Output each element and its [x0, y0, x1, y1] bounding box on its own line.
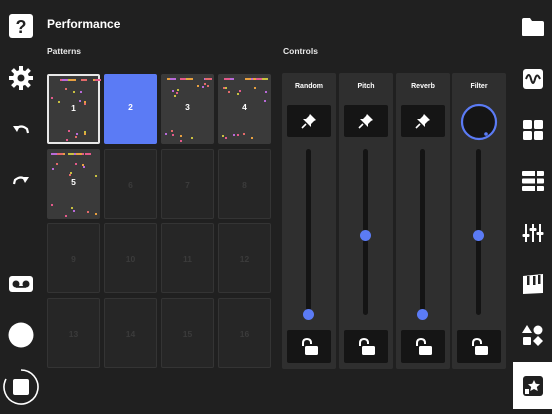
- gear-icon: [9, 66, 33, 90]
- pin-icon: [415, 114, 430, 129]
- pattern-number: 6: [128, 180, 133, 190]
- performance-icon: [522, 375, 543, 396]
- files-button[interactable]: [514, 14, 552, 40]
- folder-icon: [522, 18, 544, 36]
- stop-button[interactable]: [0, 368, 42, 406]
- pattern-pad-10[interactable]: 10: [104, 223, 157, 293]
- pattern-pad-6[interactable]: 6: [104, 149, 157, 219]
- keys-button[interactable]: [514, 271, 552, 297]
- svg-text:?: ?: [16, 17, 27, 37]
- pattern-number: 2: [128, 102, 133, 112]
- pattern-number: 13: [68, 329, 79, 339]
- channel-reverb: Reverb: [396, 73, 450, 369]
- pattern-number: 5: [71, 177, 76, 187]
- tape-button[interactable]: [0, 273, 42, 295]
- help-button[interactable]: ?: [0, 12, 42, 40]
- reverb-lock-button[interactable]: [401, 330, 445, 363]
- pattern-number: 3: [185, 102, 190, 112]
- pattern-pad-16[interactable]: 16: [218, 298, 271, 368]
- filter-knob-icon: [460, 103, 498, 141]
- pitch-slider-thumb[interactable]: [360, 230, 371, 241]
- tape-icon: [9, 276, 33, 292]
- redo-button[interactable]: [0, 171, 42, 193]
- random-slider-thumb[interactable]: [303, 309, 314, 320]
- channel-pitch: Pitch: [339, 73, 393, 369]
- filter-knob[interactable]: [457, 103, 501, 141]
- pattern-pad-9[interactable]: 9: [47, 223, 100, 293]
- filter-slider-thumb[interactable]: [473, 230, 484, 241]
- redo-icon: [12, 176, 29, 185]
- pattern-pad-5[interactable]: 5: [47, 149, 100, 219]
- channel-label: Random: [295, 83, 323, 90]
- channel-label: Filter: [470, 83, 488, 90]
- patterns-heading: Patterns: [47, 46, 82, 56]
- channel-label: Reverb: [411, 83, 435, 90]
- reverb-pin-button[interactable]: [401, 105, 445, 137]
- pin-icon: [358, 114, 373, 129]
- filter-lock-button[interactable]: [457, 330, 501, 363]
- unlock-icon: [359, 337, 375, 355]
- pattern-number: 4: [242, 102, 247, 112]
- pattern-number: 16: [239, 329, 250, 339]
- keys-icon: [523, 274, 543, 294]
- pattern-pad-15[interactable]: 15: [161, 298, 214, 368]
- pattern-pad-1[interactable]: 1: [47, 74, 101, 144]
- channel-filter: Filter: [452, 73, 506, 369]
- page-title: Performance: [47, 17, 121, 31]
- pattern-number: 7: [185, 180, 190, 190]
- undo-button[interactable]: [0, 120, 42, 142]
- reverb-slider-thumb[interactable]: [417, 309, 428, 320]
- pattern-pad-7[interactable]: 7: [161, 149, 214, 219]
- pattern-pad-8[interactable]: 8: [218, 149, 271, 219]
- pattern-pad-13[interactable]: 13: [47, 298, 100, 368]
- pattern-pad-3[interactable]: 3: [161, 74, 214, 144]
- shapes-icon: [522, 325, 543, 346]
- pattern-pad-14[interactable]: 14: [104, 298, 157, 368]
- grid-button[interactable]: [514, 117, 552, 143]
- unlock-icon: [416, 337, 432, 355]
- record-icon: [8, 322, 34, 348]
- waveform-button[interactable]: [514, 66, 552, 92]
- tracks-icon: [522, 171, 544, 191]
- grid-icon: [523, 120, 543, 140]
- random-lock-button[interactable]: [287, 330, 331, 363]
- unlock-icon: [302, 337, 318, 355]
- pattern-number: 12: [239, 254, 250, 264]
- pattern-pad-11[interactable]: 11: [161, 223, 214, 293]
- pitch-pin-button[interactable]: [344, 105, 388, 137]
- random-pin-button[interactable]: [287, 105, 331, 137]
- mixer-button[interactable]: [514, 220, 552, 246]
- help-icon: ?: [9, 14, 33, 38]
- pattern-number: 15: [182, 329, 193, 339]
- pin-icon: [301, 114, 316, 129]
- controls-heading: Controls: [283, 46, 318, 56]
- record-button[interactable]: [0, 320, 42, 350]
- shapes-button[interactable]: [514, 322, 552, 348]
- tracks-button[interactable]: [514, 168, 552, 194]
- pattern-number: 1: [71, 103, 76, 113]
- pattern-number: 9: [71, 254, 76, 264]
- pattern-number: 10: [125, 254, 136, 264]
- unlock-icon: [472, 337, 488, 355]
- random-slider-track[interactable]: [306, 149, 311, 315]
- channel-random: Random: [282, 73, 336, 369]
- mixer-icon: [522, 224, 544, 242]
- settings-button[interactable]: [0, 64, 42, 92]
- pattern-pad-4[interactable]: 4: [218, 74, 271, 144]
- pattern-number: 11: [183, 254, 192, 264]
- channel-label: Pitch: [357, 83, 375, 90]
- pitch-lock-button[interactable]: [344, 330, 388, 363]
- reverb-slider-track[interactable]: [420, 149, 425, 315]
- performance-button[interactable]: [513, 362, 552, 409]
- pattern-number: 14: [125, 329, 136, 339]
- stop-icon: [3, 369, 39, 405]
- pattern-pad-12[interactable]: 12: [218, 223, 271, 293]
- pattern-number: 8: [242, 180, 247, 190]
- waveform-icon: [523, 69, 543, 89]
- pattern-pad-2[interactable]: 2: [104, 74, 157, 144]
- undo-icon: [13, 125, 30, 134]
